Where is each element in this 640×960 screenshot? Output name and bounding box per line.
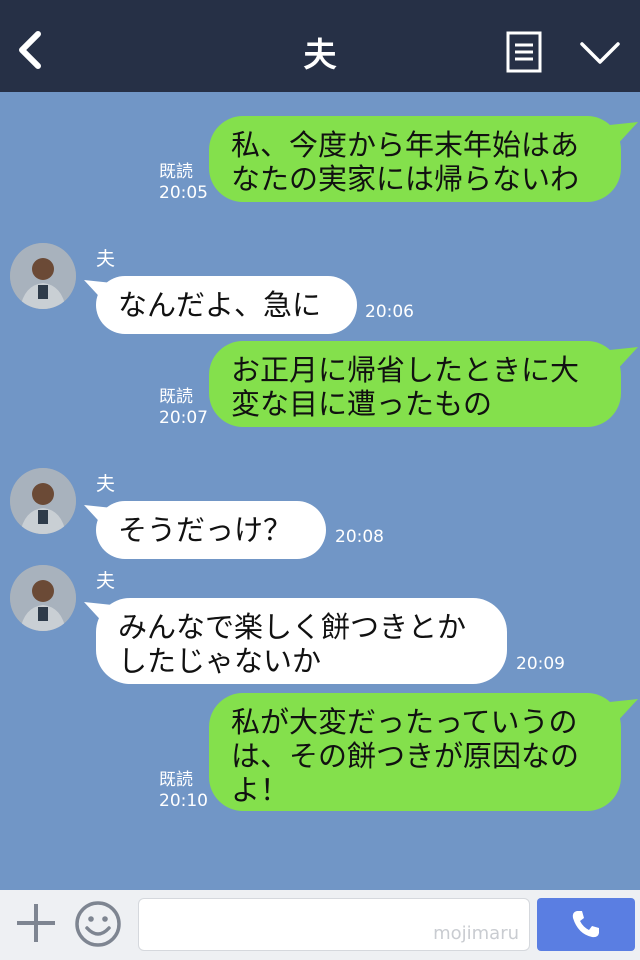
- message-time: 20:06: [365, 302, 414, 322]
- message-meta: 既読 20:07: [159, 387, 208, 429]
- menu-icon[interactable]: [506, 31, 542, 73]
- message-text-line: 私が大変だったっていうの: [231, 705, 578, 739]
- avatar[interactable]: [10, 468, 76, 534]
- message-meta: 既読 20:10: [159, 770, 208, 812]
- my-message-bubble[interactable]: 私が大変だったっていうの は、その餅つきが原因なの よ！: [209, 693, 621, 811]
- chat-title: 夫: [303, 35, 337, 74]
- message-text-line: よ！: [231, 773, 290, 807]
- phone-icon: [572, 911, 599, 938]
- chevron-down-icon[interactable]: [578, 38, 622, 68]
- my-message-bubble[interactable]: 私、今度から年末年始はあ なたの実家には帰らないわ: [209, 116, 621, 202]
- message-text-line: そうだっけ？: [118, 513, 293, 547]
- read-receipt: 既読: [159, 162, 193, 182]
- message-input[interactable]: mojimaru: [138, 898, 530, 951]
- their-message-bubble[interactable]: みんなで楽しく餅つきとか したじゃないか: [96, 598, 507, 684]
- call-button[interactable]: [537, 898, 635, 951]
- plus-icon[interactable]: [14, 901, 58, 945]
- read-receipt: 既読: [159, 770, 193, 790]
- message-text-line: みんなで楽しく餅つきとか: [118, 610, 467, 644]
- message-list[interactable]: 既読 20:05 私、今度から年末年始はあ なたの実家には帰らないわ 夫 なんだ…: [0, 92, 640, 890]
- message-text-line: お正月に帰省したときに大: [231, 353, 580, 387]
- message-time: 20:08: [335, 527, 384, 547]
- bubble-tail: [600, 122, 638, 148]
- sender-name: 夫: [96, 248, 116, 270]
- message-time: 20:09: [516, 654, 565, 674]
- smiley-icon[interactable]: [74, 900, 122, 948]
- chat-header: 夫: [0, 0, 640, 92]
- message-time: 20:05: [159, 183, 208, 203]
- message-text-line: は、その餅つきが原因なの: [231, 739, 580, 773]
- sender-name: 夫: [96, 473, 116, 495]
- input-bar: mojimaru: [0, 890, 640, 960]
- message-text-line: 変な目に遭ったもの: [231, 387, 493, 421]
- watermark: mojimaru: [433, 923, 519, 944]
- avatar[interactable]: [10, 243, 76, 309]
- bubble-tail: [600, 347, 638, 373]
- message-time: 20:07: [159, 408, 208, 428]
- message-text-line: なんだよ、急に: [118, 288, 322, 322]
- their-message-bubble[interactable]: なんだよ、急に: [96, 276, 357, 334]
- message-text-line: したじゃないか: [118, 644, 322, 678]
- message-text-line: 私、今度から年末年始はあ: [231, 128, 580, 162]
- message-time: 20:10: [159, 791, 208, 811]
- message-text-line: なたの実家には帰らないわ: [231, 162, 580, 196]
- sender-name: 夫: [96, 570, 116, 592]
- my-message-bubble[interactable]: お正月に帰省したときに大 変な目に遭ったもの: [209, 341, 621, 427]
- bubble-tail: [600, 699, 638, 725]
- their-message-bubble[interactable]: そうだっけ？: [96, 501, 326, 559]
- avatar[interactable]: [10, 565, 76, 631]
- read-receipt: 既読: [159, 387, 193, 407]
- message-meta: 既読 20:05: [159, 162, 208, 204]
